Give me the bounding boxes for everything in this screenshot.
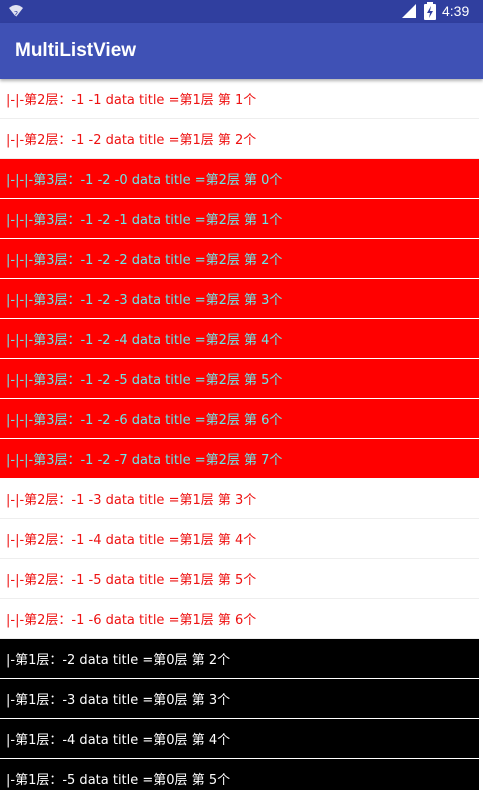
- list-item-label: |-|-|-第3层：-1 -2 -3 data title =第2层 第 3个: [6, 293, 283, 308]
- cell-signal-icon: [402, 4, 416, 18]
- list-item-level-3[interactable]: |-|-|-第3层：-1 -2 -4 data title =第2层 第 4个: [0, 319, 479, 359]
- battery-charging-icon: [424, 2, 436, 20]
- list-item-level-3[interactable]: |-|-|-第3层：-1 -2 -6 data title =第2层 第 6个: [0, 399, 479, 439]
- list-item-label: |-第1层：-5 data title =第0层 第 5个: [6, 773, 231, 788]
- list-item-level-1[interactable]: |-第1层：-2 data title =第0层 第 2个: [0, 639, 479, 679]
- list-item-level-2[interactable]: |-|-第2层：-1 -2 data title =第1层 第 2个: [0, 119, 479, 159]
- list-item-label: |-|-|-第3层：-1 -2 -0 data title =第2层 第 0个: [6, 173, 283, 188]
- status-bar: ? 4:39: [0, 0, 483, 23]
- app-title: MultiListView: [15, 40, 137, 61]
- list-item-level-3[interactable]: |-|-|-第3层：-1 -2 -3 data title =第2层 第 3个: [0, 279, 479, 319]
- list-item-label: |-第1层：-3 data title =第0层 第 3个: [6, 693, 231, 708]
- list-item-level-1[interactable]: |-第1层：-5 data title =第0层 第 5个: [0, 759, 479, 790]
- list-item-label: |-|-第2层：-1 -1 data title =第1层 第 1个: [6, 93, 257, 108]
- list-item-label: |-|-第2层：-1 -2 data title =第1层 第 2个: [6, 133, 257, 148]
- list-item-level-2[interactable]: |-|-第2层：-1 -4 data title =第1层 第 4个: [0, 519, 479, 559]
- list-item-label: |-|-第2层：-1 -4 data title =第1层 第 4个: [6, 533, 257, 548]
- list-item-level-3[interactable]: |-|-|-第3层：-1 -2 -2 data title =第2层 第 2个: [0, 239, 479, 279]
- list-item-level-3[interactable]: |-|-|-第3层：-1 -2 -5 data title =第2层 第 5个: [0, 359, 479, 399]
- scrollbar-track: [479, 79, 483, 790]
- list-item-level-1[interactable]: |-第1层：-4 data title =第0层 第 4个: [0, 719, 479, 759]
- list-item-level-2[interactable]: |-|-第2层：-1 -5 data title =第1层 第 5个: [0, 559, 479, 599]
- list-item-label: |-|-|-第3层：-1 -2 -1 data title =第2层 第 1个: [6, 213, 283, 228]
- svg-text:?: ?: [14, 10, 18, 19]
- list-item-label: |-|-第2层：-1 -6 data title =第1层 第 6个: [6, 613, 257, 628]
- list-item-label: |-|-第2层：-1 -5 data title =第1层 第 5个: [6, 573, 257, 588]
- list-item-label: |-|-|-第3层：-1 -2 -4 data title =第2层 第 4个: [6, 333, 283, 348]
- status-time: 4:39: [442, 3, 470, 19]
- list-item-label: |-|-|-第3层：-1 -2 -5 data title =第2层 第 5个: [6, 373, 283, 388]
- list-item-level-2[interactable]: |-|-第2层：-1 -1 data title =第1层 第 1个: [0, 79, 479, 119]
- list-item-label: |-|-|-第3层：-1 -2 -6 data title =第2层 第 6个: [6, 413, 283, 428]
- list-item-label: |-|-第2层：-1 -3 data title =第1层 第 3个: [6, 493, 257, 508]
- list-item-level-1[interactable]: |-第1层：-3 data title =第0层 第 3个: [0, 679, 479, 719]
- list-item-label: |-第1层：-2 data title =第0层 第 2个: [6, 653, 231, 668]
- list-item-label: |-第1层：-4 data title =第0层 第 4个: [6, 733, 231, 748]
- list-item-level-3[interactable]: |-|-|-第3层：-1 -2 -1 data title =第2层 第 1个: [0, 199, 479, 239]
- list-item-level-2[interactable]: |-|-第2层：-1 -3 data title =第1层 第 3个: [0, 479, 479, 519]
- wifi-icon: ?: [9, 5, 23, 19]
- list-item-label: |-|-|-第3层：-1 -2 -2 data title =第2层 第 2个: [6, 253, 283, 268]
- list-item-label: |-|-|-第3层：-1 -2 -7 data title =第2层 第 7个: [6, 453, 283, 468]
- list-item-level-2[interactable]: |-|-第2层：-1 -6 data title =第1层 第 6个: [0, 599, 479, 639]
- list-item-level-3[interactable]: |-|-|-第3层：-1 -2 -0 data title =第2层 第 0个: [0, 159, 479, 199]
- multi-list-view[interactable]: |-|-第2层：-1 -1 data title =第1层 第 1个 |-|-第2…: [0, 79, 479, 790]
- app-bar: MultiListView: [0, 23, 483, 79]
- list-item-level-3[interactable]: |-|-|-第3层：-1 -2 -7 data title =第2层 第 7个: [0, 439, 479, 479]
